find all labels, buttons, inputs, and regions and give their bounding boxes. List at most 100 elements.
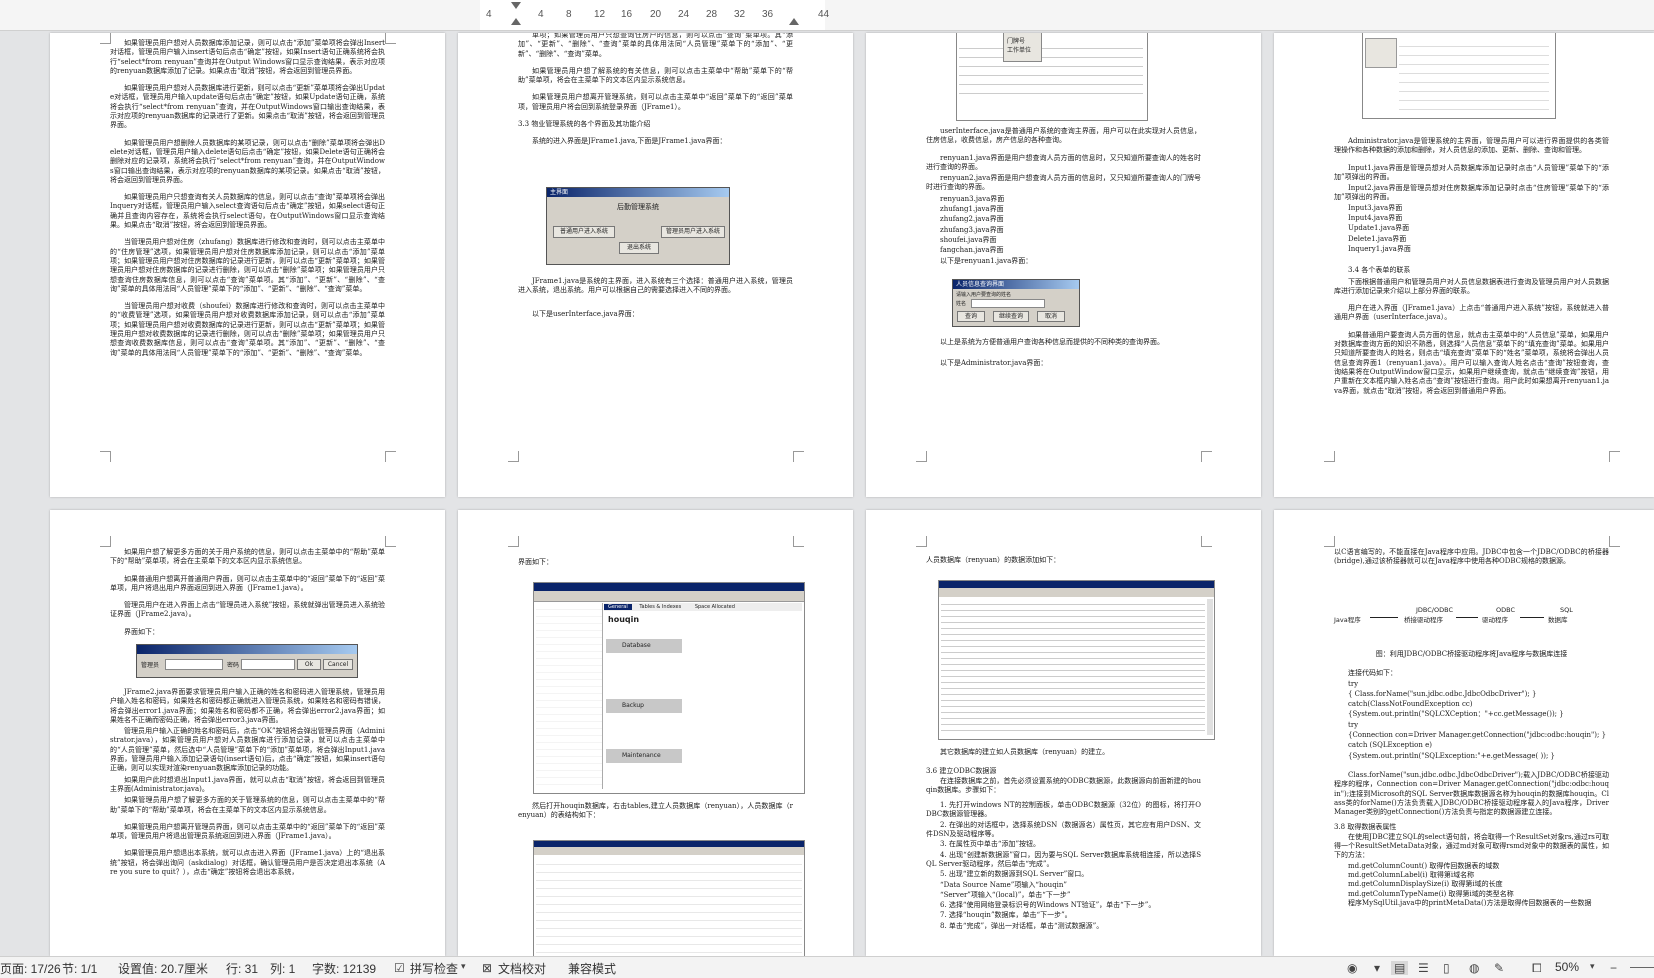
page-body-text: 界面如下： [518, 558, 793, 575]
word-count[interactable]: 字数: 12139 [312, 960, 376, 977]
paragraph: 以下是userInterface.java界面： [532, 309, 639, 318]
web-view-icon[interactable]: ◍ [1469, 961, 1479, 975]
status-bar: 页面: 17/26 节: 1/1 设置值: 20.7厘米 行: 31 列: 1 … [0, 956, 1654, 978]
admin-enter-button: 管理员用户进入系统 [661, 226, 725, 238]
first-line-indent-marker[interactable] [511, 2, 521, 9]
pen-icon[interactable]: ✎ [1494, 961, 1504, 975]
paragraph: 如果用户想了解更多方面的关于用户系统的信息，则可以点击主菜单中的“帮助”菜单下的… [110, 548, 385, 566]
page-body-text: JFrame1.java是系统的主界面，进入系统有三个选择：普通用户进入系统，管… [518, 277, 793, 327]
proofread-button[interactable]: 文档校对 [498, 960, 546, 977]
query-button: 查询 [957, 311, 985, 322]
page-corner-mark [1324, 536, 1335, 547]
tree-panel [536, 603, 603, 789]
page-corner-mark [1201, 536, 1212, 547]
window-title: 人员信息查询界面 [953, 280, 1079, 289]
reading-mode-icon[interactable]: ▯ [1443, 961, 1450, 975]
tab-tables: Tables & Indexes [639, 604, 682, 610]
eye-icon[interactable]: ◉ [1347, 961, 1357, 975]
window-toolbar [534, 591, 804, 602]
zoom-level[interactable]: 50% [1555, 960, 1579, 974]
paragraph: renyuan1.java界面是用户想查询人员方面的信息时，又只知道所要查询人的… [926, 153, 1201, 171]
document-page-2[interactable]: 单项；如果管理员用户只想查询住房户的信息，则可以点击“查询”菜单项。其“添加”、… [458, 33, 853, 497]
paragraph: Class.forName("sun.jdbc.odbc.JdbcOdbcDri… [1334, 770, 1609, 817]
dropdown-icon[interactable]: ▾ [461, 961, 466, 972]
zoom-slider[interactable] [1630, 967, 1654, 968]
document-page-3[interactable]: 门牌号 工作单位 userInterface.java是普通用户系统的查询主界面… [866, 33, 1261, 497]
help-text-lines [959, 40, 1143, 116]
page-view-icon[interactable]: ▤ [1391, 961, 1409, 975]
section-heading: 3.6 建立ODBC数据源 [926, 767, 997, 776]
odbc-node-bottom: 驱动程序 [1482, 616, 1508, 624]
list-line: Inquery1.java界面 [1348, 244, 1411, 253]
page-corner-mark [1201, 451, 1212, 462]
paragraph: userInterface.java是普通用户系统的查询主界面，用户可以在此实现… [926, 127, 1201, 145]
ruler-label: 36 [762, 9, 774, 20]
paragraph: 如果管理员用户只想查询有关人员数据库的信息，则可以点击“查询”菜单项将会弹出In… [110, 193, 385, 230]
column-indicator[interactable]: 列: 1 [270, 960, 295, 977]
window-titlebar [939, 581, 1214, 588]
page-corner-mark [100, 451, 111, 462]
row-indicator[interactable]: 行: 31 [226, 960, 258, 977]
right-indent-marker[interactable] [789, 18, 799, 25]
page-body-text: userInterface.java是普通用户系统的查询主界面，用户可以在此实现… [926, 127, 1201, 267]
setting-indicator[interactable]: 设置值: 20.7厘米 [118, 960, 208, 977]
ruler-label: 4 [538, 9, 544, 20]
spellcheck-button[interactable]: 拼写检查 [410, 960, 458, 977]
list-line: shoufei.java界面 [940, 235, 997, 244]
paragraph: 管理员用户在进入界面上点击“管理员进入系统”按钮，系统就弹出管理员进入系统验证界… [110, 601, 385, 619]
page-corner-mark [793, 536, 804, 547]
document-page-4[interactable]: Administrator.java是管理系统的主界面，管理员用户可以进行界面提… [1274, 33, 1654, 497]
admin-help-screenshot [1362, 33, 1556, 119]
document-page-1[interactable]: 如果管理员用户想对人员数据库添加记录，则可以点击“添加”菜单项将会弹出Inser… [50, 33, 445, 497]
page-body-text: JFrame2.java界面要求管理员用户输入正确的姓名和密码进入管理系统，管理… [110, 688, 385, 885]
paragraph: 当管理员用户想对收费（shoufei）数据库进行修改和查询时，则可以点击主菜单中… [110, 302, 385, 357]
outline-view-icon[interactable]: ☰ [1418, 961, 1429, 975]
step-line: 8. 单击“完成”，弹出一对话框，单击“测试数据源”。 [940, 921, 1104, 930]
list-line: Input4.java界面 [1348, 214, 1403, 223]
left-indent-marker[interactable] [511, 18, 521, 25]
page-body-text: 如果管理员用户想对人员数据库添加记录，则可以点击“添加”菜单项将会弹出Inser… [110, 39, 385, 366]
dropdown-icon[interactable]: ▾ [1590, 961, 1595, 972]
user-label: 管理员 [141, 662, 160, 669]
method-line: md.getColumnTypeName(i) 取得第i域的类型名称 [1348, 889, 1514, 898]
paragraph: 如果管理员用户想对人员数据库添加记录，则可以点击“添加”菜单项将会弹出Inser… [110, 39, 385, 75]
window-toolbar [534, 847, 804, 855]
method-line: md.getColumnDisplaySize(i) 取得第i域的长度 [1348, 880, 1503, 889]
bridge-node-bottom: 桥接驱动程序 [1404, 616, 1443, 624]
document-page-5[interactable]: 如果用户想了解更多方面的关于用户系统的信息，则可以点击主菜单中的“帮助”菜单下的… [50, 510, 445, 956]
list-line: zhufang3.java界面 [940, 225, 1004, 234]
cancel-button: 取消 [1037, 311, 1065, 322]
prompt-text: 请输入用户要查询的姓名 [956, 292, 1012, 298]
method-line: md.getColumnLabel(i) 取得第i域名称 [1348, 870, 1475, 879]
dropdown-icon[interactable]: ▾ [1374, 961, 1380, 975]
paragraph: 如果普通用户想离开普通用户界面，则可以点击主菜单中的“返回”菜单下的“返回”菜单… [110, 574, 385, 592]
step-line: 3. 在属性页中单击“添加”按钮。 [940, 840, 1041, 849]
paragraph: 如果用户此时想退出Input1.java界面，就可以点击“取消”按钮，将会返回到… [110, 775, 385, 793]
document-page-6[interactable]: 界面如下： General Tables & Indexes Space All… [458, 510, 853, 956]
paragraph: renyuan2.java界面是用户想查询人员方面的信息时，又只知道所要查询人的… [926, 174, 1201, 192]
page-body-text: 人员数据库（renyuan）的数据添加如下： [926, 556, 1201, 573]
popup-menu-item: 工作单位 [1007, 47, 1032, 54]
horizontal-ruler[interactable]: 4 4 8 12 16 20 24 28 32 36 44 [0, 0, 1654, 31]
list-line: Input3.java界面 [1348, 203, 1403, 212]
page-indicator[interactable]: 页面: 17/26 [0, 960, 61, 977]
popup-menu: 门牌号 工作单位 [1003, 33, 1042, 62]
page-body-text: 图：利用JDBC/ODBC桥接驱动程序将Java程序与数据库连接 连接代码如下：… [1334, 650, 1609, 908]
paragraph: Input2.java界面是管理员想对住房数据库添加记录时点击“住房管理”菜单下… [1334, 184, 1609, 202]
paragraph: 以上是系统为方便普通用户查询各种信息而提供的不同种类的查询界面。 [940, 338, 1164, 346]
list-line: fangchan.java界面 [940, 246, 1004, 255]
document-page-7[interactable]: 人员数据库（renyuan）的数据添加如下： 其它数据库的建立如人员数据库（re… [866, 510, 1261, 956]
paragraph: 人员数据库（renyuan）的数据添加如下： [926, 556, 1061, 564]
flow-arrow [1370, 617, 1398, 618]
document-page-8[interactable]: 以C语言编写的，不能直接在Java程序中应用。JDBC中包含一个JDBC/ODB… [1274, 510, 1654, 956]
zoom-out-icon[interactable]: − [1610, 961, 1617, 975]
paragraph: 界面如下： [518, 558, 553, 566]
method-line: md.getColumnCount() 取得传回数据表的域数 [1348, 861, 1500, 870]
grid-scrollbar [1207, 599, 1213, 735]
section-indicator[interactable]: 节: 1/1 [62, 960, 97, 977]
ruler-label: 8 [566, 9, 572, 20]
window-title: 主界面 [547, 188, 729, 197]
paragraph: 然后打开houqin数据库，右击tables,建立人员数据库（renyuan），… [518, 802, 793, 820]
fit-page-icon[interactable]: ⧠ [1532, 961, 1542, 976]
side-menu [1365, 38, 1397, 68]
